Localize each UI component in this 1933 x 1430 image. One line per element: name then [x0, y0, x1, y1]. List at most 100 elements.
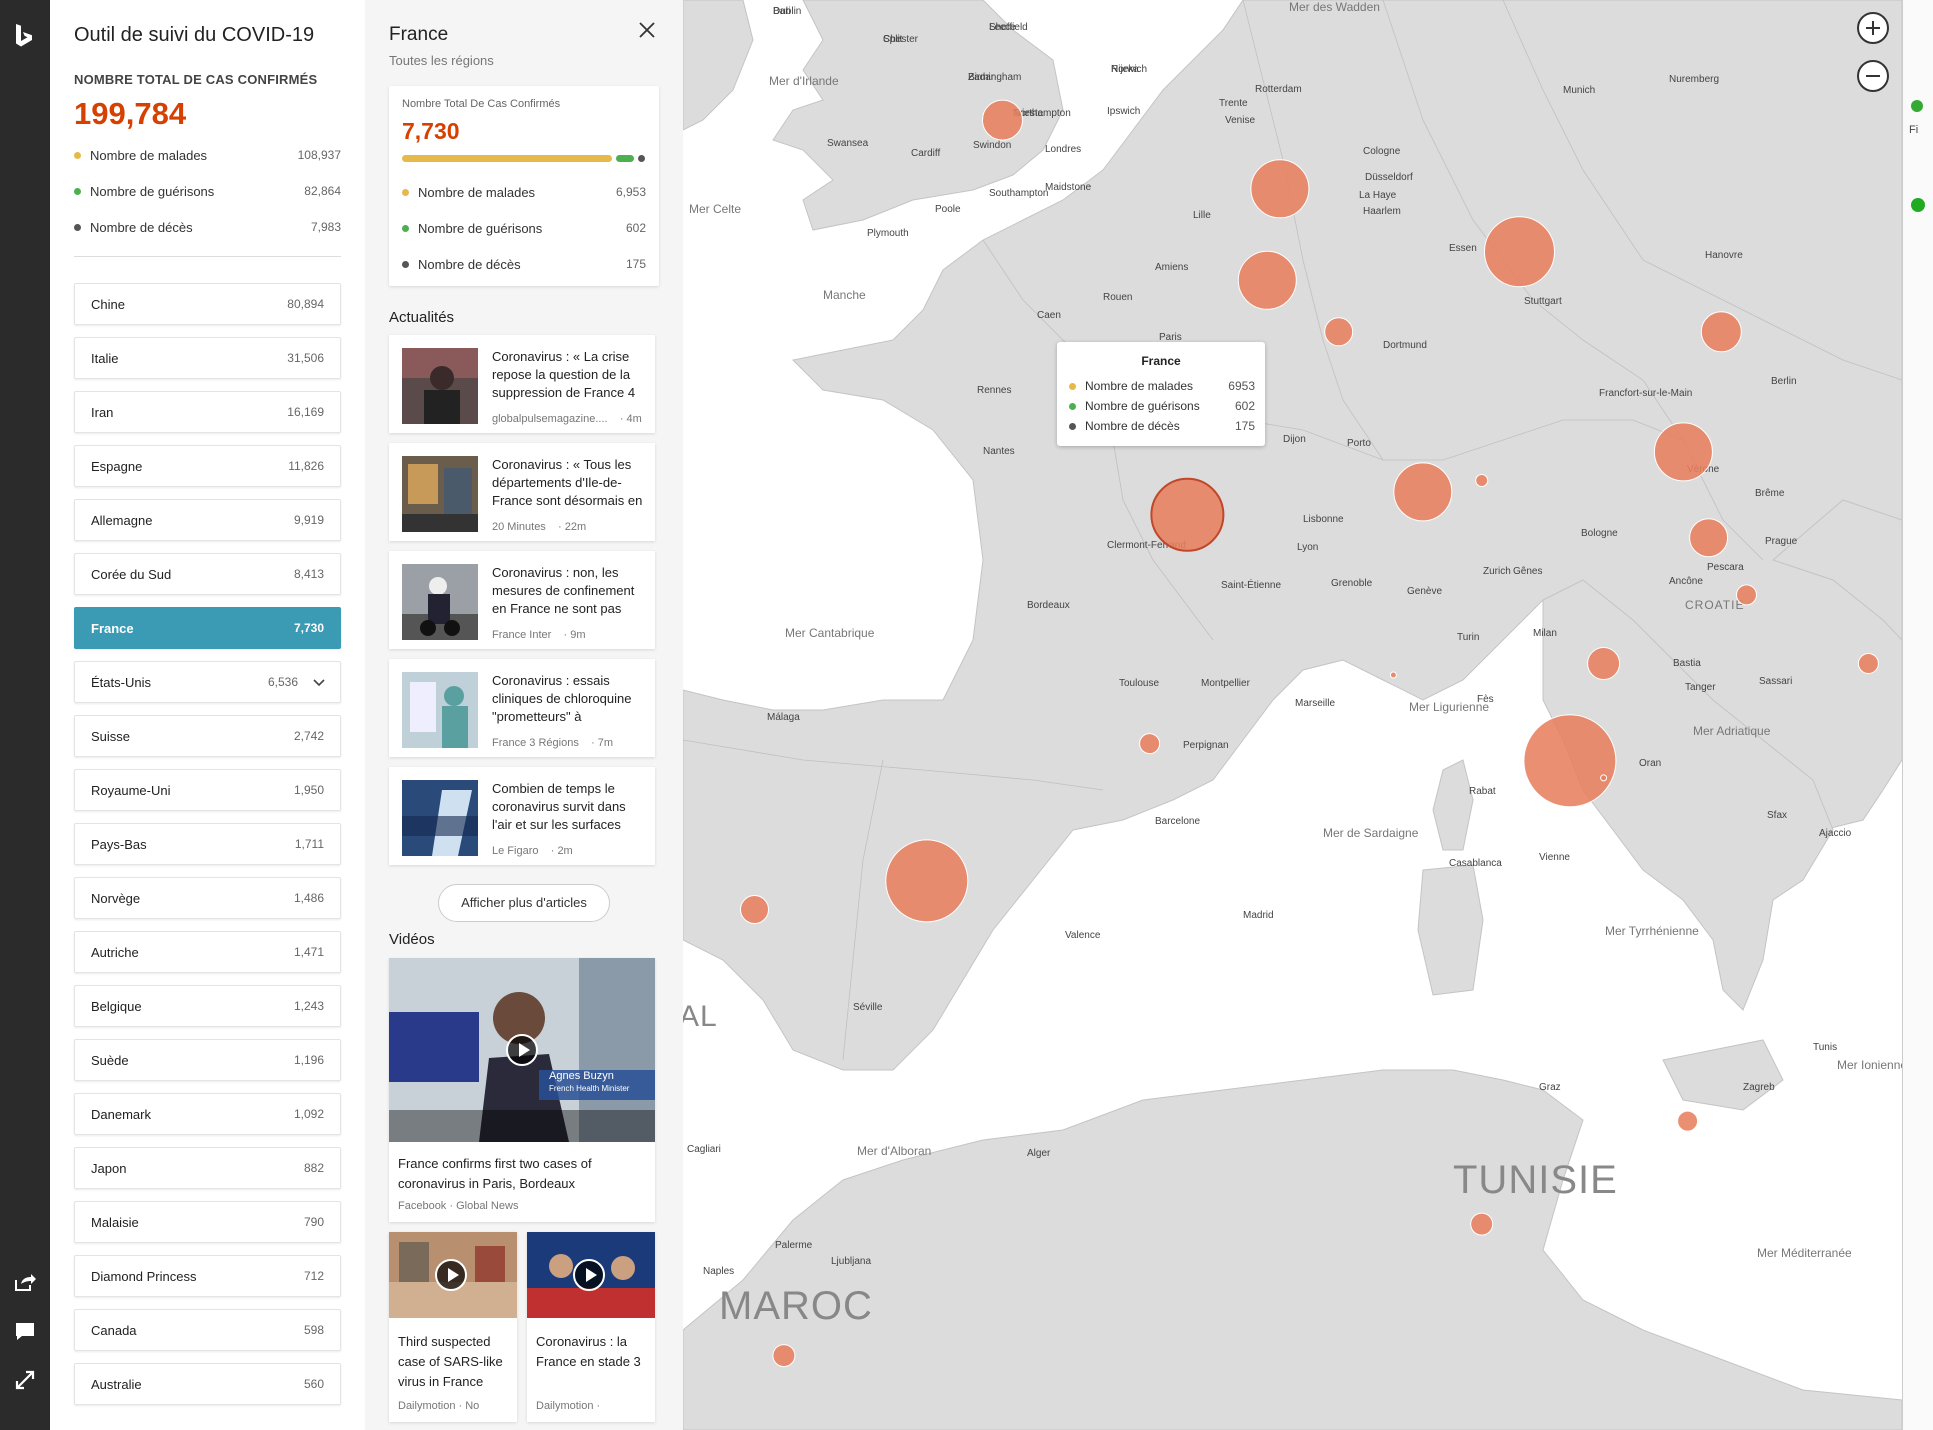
- country-label: MAROC: [719, 1284, 873, 1328]
- tooltip-value: 175: [1234, 419, 1255, 433]
- country-item[interactable]: Italie 31,506: [74, 337, 341, 379]
- stat-value: 108,937: [297, 148, 341, 162]
- country-item[interactable]: Norvège 1,486: [74, 877, 341, 919]
- edge-text: Fi: [1909, 124, 1919, 136]
- country-item[interactable]: Malaisie 790: [74, 1201, 341, 1243]
- country-name: Suisse: [91, 729, 131, 744]
- news-meta: Le Figaro · 2m: [492, 845, 573, 857]
- country-item[interactable]: Suède 1,196: [74, 1039, 341, 1081]
- country-value: 7,730: [293, 621, 324, 635]
- city-label: Tanger: [1685, 682, 1716, 693]
- city-label: Porto: [1347, 438, 1371, 449]
- news-source: France 3 Régions: [492, 737, 579, 749]
- country-item[interactable]: Danemark 1,092: [74, 1093, 341, 1135]
- sea-label: Mer d'Alboran: [857, 1144, 932, 1158]
- play-icon[interactable]: [435, 1259, 467, 1291]
- news-time: · 2m: [550, 845, 573, 857]
- stat-label: Nombre de malades: [418, 185, 536, 200]
- city-label: Bari: [773, 6, 791, 17]
- video-title: Third suspected case of SARS-like virus …: [398, 1334, 503, 1389]
- city-label: Brême: [1755, 488, 1785, 499]
- country-name: Pays-Bas: [91, 837, 147, 852]
- video-overlay-name: Agnes Buzyn: [549, 1070, 614, 1082]
- city-label: Dijon: [1283, 434, 1306, 445]
- country-item[interactable]: Diamond Princess 712: [74, 1255, 341, 1297]
- sea-label: Mer des Wadden: [1289, 0, 1380, 14]
- country-item[interactable]: Suisse 2,742: [74, 715, 341, 757]
- country-name: Iran: [91, 405, 114, 420]
- play-icon[interactable]: [573, 1259, 605, 1291]
- news-thumbnail: [402, 672, 478, 748]
- video-item[interactable]: Agnes Buzyn French Health Minister Franc…: [389, 958, 655, 1222]
- tooltip-title: France: [1141, 354, 1181, 368]
- country-item[interactable]: Canada 598: [74, 1309, 341, 1351]
- video-title: Coronavirus : la France en stade 3: [536, 1334, 641, 1369]
- stat-deaths: Nombre de décès 7,983: [74, 218, 341, 238]
- news-item[interactable]: Coronavirus : « Tous les départements d'…: [389, 443, 655, 541]
- play-icon[interactable]: [506, 1034, 538, 1066]
- city-label: Nuremberg: [1669, 74, 1720, 85]
- country-item[interactable]: Australie 560: [74, 1363, 341, 1405]
- country-item[interactable]: États-Unis 6,536: [74, 661, 341, 703]
- city-label: Barcelone: [1155, 816, 1201, 827]
- news-item[interactable]: Combien de temps le coronavirus survit d…: [389, 767, 655, 865]
- country-name: Italie: [91, 351, 119, 366]
- country-item[interactable]: Japon 882: [74, 1147, 341, 1189]
- tooltip-value: 602: [1234, 399, 1255, 413]
- country-value: 1,243: [293, 999, 324, 1013]
- country-item[interactable]: Chine 80,894: [74, 283, 341, 325]
- country-item[interactable]: Corée du Sud 8,413: [74, 553, 341, 595]
- country-item[interactable]: Iran 16,169: [74, 391, 341, 433]
- zoom-in-icon[interactable]: [1857, 12, 1889, 44]
- country-item[interactable]: Royaume-Uni 1,950: [74, 769, 341, 811]
- news-item[interactable]: Coronavirus : essais cliniques de chloro…: [389, 659, 655, 757]
- video-source: Facebook · Global News: [398, 1200, 519, 1212]
- bing-logo-icon[interactable]: [12, 22, 36, 50]
- expand-icon[interactable]: [13, 1368, 37, 1392]
- video-item[interactable]: Third suspected case of SARS-like virus …: [389, 1232, 517, 1422]
- city-label: Düsseldorf: [1365, 172, 1413, 183]
- city-label: Madrid: [1243, 910, 1274, 921]
- news-thumbnail: [402, 564, 478, 640]
- tooltip-value: 6953: [1228, 379, 1255, 393]
- country-name: Suède: [91, 1053, 129, 1068]
- news-item[interactable]: Coronavirus : non, les mesures de confin…: [389, 551, 655, 649]
- feedback-icon[interactable]: [13, 1319, 37, 1343]
- extension-icon[interactable]: [1911, 100, 1923, 112]
- city-label: Séville: [853, 1002, 883, 1013]
- country-item[interactable]: France 7,730: [74, 607, 341, 649]
- more-articles-button[interactable]: Afficher plus d'articles: [438, 884, 610, 922]
- news-item[interactable]: Coronavirus : « La crise repose la quest…: [389, 335, 655, 433]
- city-label: Ancône: [1669, 576, 1703, 587]
- country-item[interactable]: Belgique 1,243: [74, 985, 341, 1027]
- news-time: · 9m: [563, 629, 586, 641]
- sea-label: Mer d'Irlande: [769, 74, 839, 88]
- country-value: 31,506: [287, 351, 324, 365]
- deaths-dot: [402, 261, 409, 268]
- map-view[interactable]: Mer d'Irlande Mer Celte Mer Cantabrique …: [683, 0, 1902, 1430]
- map-canvas[interactable]: [683, 0, 1902, 1430]
- city-label: Hanovre: [1705, 250, 1743, 261]
- country-value: 598: [303, 1323, 324, 1337]
- country-value: 1,196: [293, 1053, 324, 1067]
- country-name: Diamond Princess: [91, 1269, 197, 1284]
- country-item[interactable]: Espagne 11,826: [74, 445, 341, 487]
- city-label: Sassari: [1759, 676, 1793, 687]
- country-label: CROATIE: [1685, 598, 1745, 612]
- chevron-down-icon[interactable]: [312, 676, 326, 690]
- zoom-out-icon[interactable]: [1857, 60, 1889, 92]
- sea-label: Mer Cantabrique: [785, 626, 875, 640]
- country-item[interactable]: Allemagne 9,919: [74, 499, 341, 541]
- summary-active: Nombre de malades 6,953: [402, 183, 646, 203]
- video-item[interactable]: Coronavirus : la France en stade 3 Daily…: [527, 1232, 655, 1422]
- city-label: Valence: [1065, 930, 1101, 941]
- country-item[interactable]: Pays-Bas 1,711: [74, 823, 341, 865]
- share-icon[interactable]: [13, 1270, 37, 1294]
- city-label: Rijeka: [1111, 64, 1139, 75]
- country-name: France: [91, 621, 134, 636]
- country-item[interactable]: Autriche 1,471: [74, 931, 341, 973]
- city-label: Munich: [1563, 85, 1596, 96]
- city-label: Lisbonne: [1303, 514, 1344, 525]
- progress-deaths: [638, 155, 645, 162]
- close-icon[interactable]: [637, 20, 657, 40]
